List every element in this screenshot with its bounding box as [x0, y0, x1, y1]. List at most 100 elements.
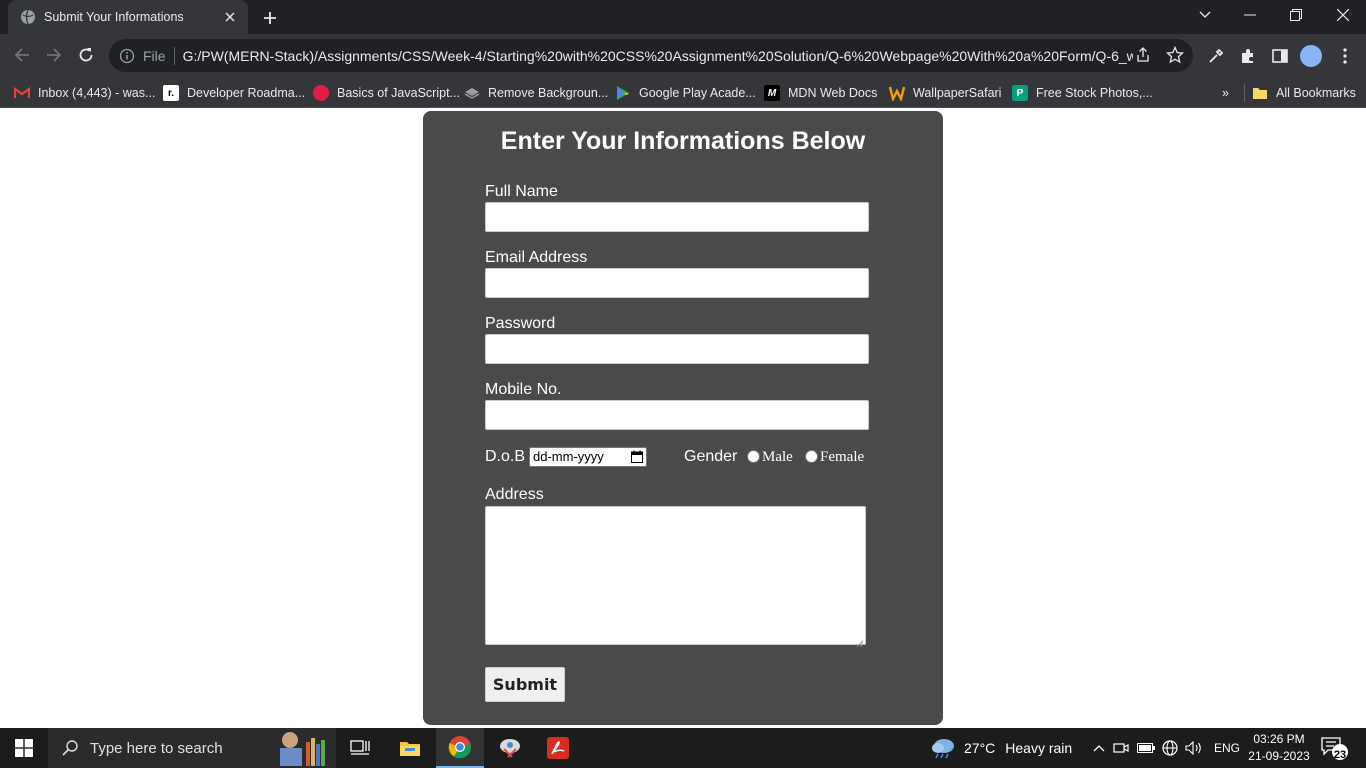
notification-center-icon[interactable]: 23: [1320, 736, 1350, 762]
clock-time: 03:26 PM: [1253, 732, 1305, 746]
notification-count: 23: [1333, 749, 1347, 761]
bookmark-label: Google Play Acade...: [639, 86, 756, 100]
url-scheme-label: File: [143, 47, 166, 64]
search-icon: [62, 740, 78, 756]
bookmarks-divider: [1244, 84, 1245, 102]
close-tab-icon[interactable]: [220, 7, 240, 27]
taskbar-clock[interactable]: 03:26 PM 21-09-2023: [1240, 731, 1318, 765]
bookmark-item[interactable]: Remove Backgroun...: [464, 82, 608, 104]
reload-icon[interactable]: [72, 41, 100, 69]
dob-date-input[interactable]: dd-mm-yyyy: [529, 447, 647, 467]
google-play-icon: [615, 85, 631, 101]
submit-button[interactable]: Submit: [485, 667, 565, 702]
bookmarks-bar: Inbox (4,443) - was... r. Developer Road…: [0, 77, 1366, 108]
address-bar[interactable]: File G:/PW(MERN-Stack)/Assignments/CSS/W…: [109, 39, 1193, 72]
battery-icon[interactable]: [1134, 743, 1158, 753]
snipping-tool-icon[interactable]: [486, 728, 534, 768]
extensions-puzzle-icon[interactable]: [1237, 45, 1259, 67]
rain-cloud-icon: [930, 737, 956, 759]
bookmark-item[interactable]: WallpaperSafari: [889, 82, 1001, 104]
restore-icon[interactable]: [1273, 0, 1319, 30]
resize-grip-icon[interactable]: [856, 635, 864, 648]
tab-title: Submit Your Informations: [44, 10, 184, 24]
search-placeholder: Type here to search: [90, 739, 223, 757]
chevron-up-icon[interactable]: [1090, 744, 1108, 752]
js-basics-icon: [313, 85, 329, 101]
bookmark-item[interactable]: Basics of JavaScript...: [313, 82, 460, 104]
weather-widget[interactable]: 27°C Heavy rain: [930, 728, 1072, 768]
forward-arrow-icon[interactable]: [40, 41, 68, 69]
password-input[interactable]: [485, 334, 869, 364]
calendar-icon[interactable]: [631, 450, 643, 463]
taskbar-search-box[interactable]: Type here to search: [48, 728, 336, 768]
profile-avatar[interactable]: [1300, 45, 1322, 67]
bookmark-item[interactable]: Inbox (4,443) - was...: [14, 82, 155, 104]
bookmark-star-icon[interactable]: [1165, 45, 1185, 65]
chrome-taskbar-icon[interactable]: [436, 728, 484, 768]
search-highlight-icon[interactable]: [270, 730, 330, 766]
minimize-icon[interactable]: [1227, 0, 1273, 30]
volume-icon[interactable]: [1182, 741, 1206, 755]
gmail-icon: [14, 85, 30, 101]
bookmark-label: WallpaperSafari: [913, 86, 1002, 100]
system-tray: ENG: [1090, 728, 1240, 768]
gender-label: Gender: [684, 448, 738, 465]
language-indicator[interactable]: ENG: [1214, 741, 1240, 755]
weather-temp: 27°C: [964, 740, 996, 756]
acrobat-icon[interactable]: [534, 728, 582, 768]
bookmark-label: Free Stock Photos,...: [1036, 86, 1153, 100]
bookmark-item[interactable]: P Free Stock Photos,...: [1012, 82, 1153, 104]
eyedropper-extension-icon[interactable]: [1205, 45, 1227, 67]
all-bookmarks-button[interactable]: All Bookmarks: [1252, 82, 1356, 104]
dob-label: D.o.B: [485, 448, 526, 465]
registration-form: Enter Your Informations Below Full Name …: [423, 111, 943, 725]
male-radio[interactable]: [747, 450, 760, 463]
windows-start-icon[interactable]: [0, 728, 48, 768]
tab-search-chevron-icon[interactable]: [1182, 0, 1228, 30]
browser-tab-strip: Submit Your Informations: [0, 0, 1366, 34]
site-info-icon[interactable]: [119, 48, 135, 64]
bookmark-item[interactable]: M MDN Web Docs: [764, 82, 877, 104]
email-input[interactable]: [485, 268, 869, 298]
bookmark-item[interactable]: r. Developer Roadma...: [163, 82, 305, 104]
bookmark-label: MDN Web Docs: [788, 86, 878, 100]
side-panel-icon[interactable]: [1269, 45, 1291, 67]
windows-taskbar: Type here to search 27°C Heavy rain ENG …: [0, 728, 1366, 768]
close-window-icon[interactable]: [1320, 0, 1366, 30]
female-radio[interactable]: [805, 450, 818, 463]
url-divider: [173, 46, 175, 65]
weather-condition: Heavy rain: [1005, 740, 1073, 756]
address-label: Address: [485, 486, 544, 503]
mobile-label: Mobile No.: [485, 381, 562, 398]
bookmark-item[interactable]: Google Play Acade...: [615, 82, 756, 104]
file-explorer-icon[interactable]: [386, 728, 434, 768]
meet-now-icon[interactable]: [1108, 741, 1134, 755]
more-bookmarks-chevron[interactable]: »: [1222, 82, 1229, 104]
network-globe-icon[interactable]: [1158, 740, 1182, 756]
female-radio-label: Female: [820, 449, 865, 465]
bookmark-label: Basics of JavaScript...: [337, 86, 460, 100]
task-view-icon[interactable]: [336, 728, 384, 768]
email-label: Email Address: [485, 249, 588, 266]
new-tab-icon[interactable]: [258, 6, 282, 30]
remove-bg-icon: [464, 85, 480, 101]
more-menu-icon[interactable]: [1334, 45, 1356, 67]
clock-date: 21-09-2023: [1248, 749, 1310, 763]
full-name-input[interactable]: [485, 202, 869, 232]
roadmap-icon: r.: [163, 85, 179, 101]
password-label: Password: [485, 315, 556, 332]
mobile-input[interactable]: [485, 400, 869, 430]
male-radio-label: Male: [762, 449, 793, 465]
back-arrow-icon[interactable]: [8, 41, 36, 69]
browser-toolbar: File G:/PW(MERN-Stack)/Assignments/CSS/W…: [0, 34, 1366, 77]
share-icon[interactable]: [1133, 45, 1153, 65]
address-textarea[interactable]: [485, 506, 866, 648]
wallpapersafari-icon: [889, 85, 905, 101]
web-page: Enter Your Informations Below Full Name …: [0, 108, 1366, 728]
bookmark-label: Inbox (4,443) - was...: [38, 86, 156, 100]
form-title: Enter Your Informations Below: [500, 127, 866, 155]
folder-icon: [1252, 85, 1268, 101]
all-bookmarks-label: All Bookmarks: [1276, 86, 1356, 100]
active-tab[interactable]: Submit Your Informations: [8, 0, 248, 34]
url-text[interactable]: G:/PW(MERN-Stack)/Assignments/CSS/Week-4…: [183, 48, 1133, 64]
